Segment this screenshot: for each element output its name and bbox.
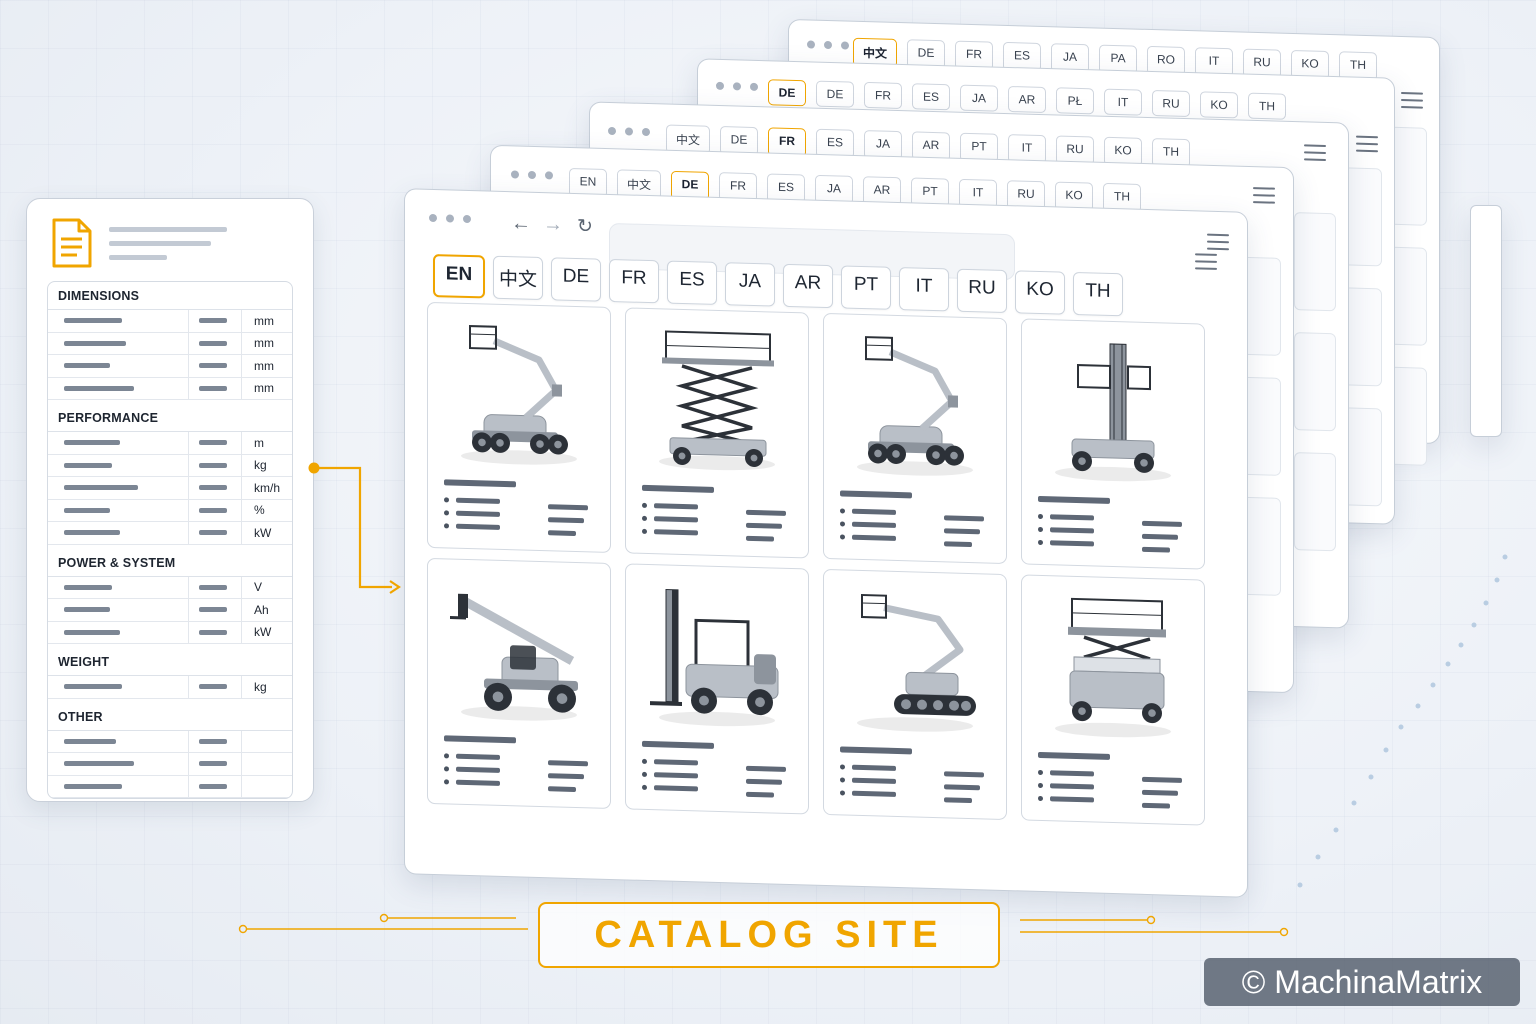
catalog-site-label: CATALOG SITE [538, 902, 1000, 968]
connector-arrow [238, 462, 1508, 937]
watermark: © MachinaMatrix [1204, 958, 1520, 1006]
decorative-dots [1297, 554, 1508, 888]
